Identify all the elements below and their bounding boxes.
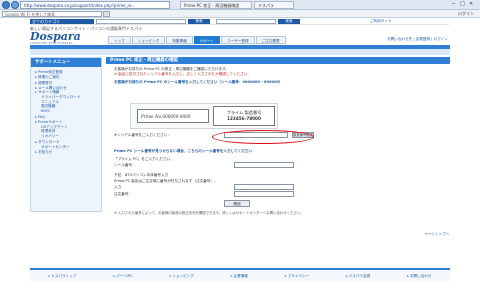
serial-instruction: お客様がお持ちの Prime PC のシール番号を入力してください（シール番号：… xyxy=(114,80,283,84)
maximize-icon[interactable]: □ xyxy=(460,1,465,7)
serial-sample-image: Prime No.000000-0000 プライム 製造番号 123456-78… xyxy=(130,103,278,129)
seal-label: シール番号： xyxy=(114,163,136,167)
sidebar-item[interactable]: お知らせ xyxy=(35,150,98,155)
site-top-nav: 全てのカテゴリ 検索 検索 ご利用ガイド xyxy=(30,18,449,25)
forward-button[interactable] xyxy=(11,1,19,9)
close-icon[interactable]: ✕ xyxy=(469,1,473,7)
form-instruction: 「プライム PC」をご入力ください。 xyxy=(114,157,174,161)
sample-label-card: Prime No.000000-0000 xyxy=(137,109,209,123)
footnote-text: ※ 入力された番号によって、お客様の製品の修正状況を確認できます。詳しくはサポー… xyxy=(114,211,304,215)
red-ellipse-annotation xyxy=(212,130,314,144)
category-select[interactable]: 全てのカテゴリ xyxy=(30,19,94,24)
submit-button[interactable]: 確認 xyxy=(224,200,250,207)
main-content: Prime PC 修正・周辺機器の確認 お客様がお持ちの Prime PC の修… xyxy=(106,57,450,236)
url-input[interactable]: http://www.dospara.co.jp/support/index.p… xyxy=(20,1,170,9)
footer-link[interactable]: ドスパラトップ xyxy=(48,274,76,279)
warning-text: ※ 製品に貼付されたシリアル番号を入力し、正しく入力されたか確認してください。 xyxy=(114,72,251,76)
bto-number-input[interactable] xyxy=(234,184,294,190)
banner-strip-light xyxy=(30,49,450,55)
tab-top[interactable]: トップ xyxy=(108,36,131,44)
back-button[interactable] xyxy=(2,1,10,9)
browser-tab-active[interactable]: Prime PC 修正 - 周辺機器確認 xyxy=(180,1,252,9)
sample-serial-card: プライム 製造番号 123456-78000 xyxy=(213,106,275,126)
serial-card-number: 123456-78000 xyxy=(227,116,261,121)
footer-link[interactable]: ドスパラ会員 xyxy=(346,274,371,279)
footer-link[interactable]: お問い合わせ xyxy=(407,274,432,279)
user-links[interactable]: お問い合わせ先 | 会員登録 | ログイン xyxy=(387,37,448,42)
google-search-input[interactable]: Google Wi-Fi を押して検索 xyxy=(2,11,102,17)
keyword-input[interactable] xyxy=(216,19,276,24)
tab-features[interactable]: 特集情報 xyxy=(166,36,193,44)
bto-heading: 下記、BTOパソコン本体番号入力 xyxy=(114,173,169,177)
logo-text: Dospara xyxy=(30,30,81,43)
tab-user-registration[interactable]: ユーザー登録 xyxy=(221,36,255,44)
site-search-button[interactable]: 検索 xyxy=(188,19,210,24)
bto-note: Prime PC 製品はご注文時に番号が付与されます（注文番号）。 xyxy=(114,179,218,183)
serial-label: ※シリアル番号をご入力ください： xyxy=(114,133,171,137)
search-icon[interactable] xyxy=(103,11,110,17)
order-number-input[interactable] xyxy=(234,191,294,197)
page-top-link[interactable]: ページトップへ xyxy=(424,232,449,237)
footer-link[interactable]: ショッピング xyxy=(170,274,194,279)
main-menu-tabs: トップ ショッピング 特集情報 サポート ユーザー登録 ご注文履歴 xyxy=(108,36,286,44)
order-label: 注文番号： xyxy=(114,192,132,196)
site-logo[interactable]: Dospara COMPUTER SHOP DOSPARA xyxy=(30,30,104,45)
page-title: Prime PC 修正・周辺機器の確認 xyxy=(106,57,450,64)
browser-tab[interactable]: ドスパラ xyxy=(254,1,294,9)
seal-number-input[interactable] xyxy=(234,162,294,168)
tab-order-history[interactable]: ご注文履歴 xyxy=(255,36,286,44)
minimize-icon[interactable]: ─ xyxy=(452,1,455,7)
site-search-input[interactable] xyxy=(96,19,186,24)
footer-link[interactable]: プライバシー xyxy=(285,274,310,279)
keyword-search-button[interactable]: 検索 xyxy=(278,19,300,24)
tab-support[interactable]: サポート xyxy=(193,36,221,44)
help-link[interactable]: ご利用ガイド xyxy=(370,19,392,24)
tab-shopping[interactable]: ショッピング xyxy=(131,36,166,44)
browser-toolbar: Google Wi-Fi を押して検索 ログイン xyxy=(0,10,480,18)
footer: ドスパラトップ パーツ/PC ショッピング 企業情報 プライバシー ドスパラ会員… xyxy=(30,268,450,282)
footer-link[interactable]: パーツ/PC xyxy=(113,274,133,279)
browser-address-bar: http://www.dospara.co.jp/support/index.p… xyxy=(0,0,480,10)
login-link[interactable]: ログイン xyxy=(458,11,474,17)
footer-link[interactable]: 企業情報 xyxy=(231,274,248,279)
sidebar-title: サポートメニュー xyxy=(31,58,101,67)
sidebar: サポートメニュー Prime修正登録 修理のご案内 修理受付 メール問い合わせ … xyxy=(30,57,102,212)
input-label: 入力 xyxy=(114,185,122,189)
section-heading: Prime PC シール番号が見つからない場合、こちらのシール番号を入力してくだ… xyxy=(114,149,252,153)
